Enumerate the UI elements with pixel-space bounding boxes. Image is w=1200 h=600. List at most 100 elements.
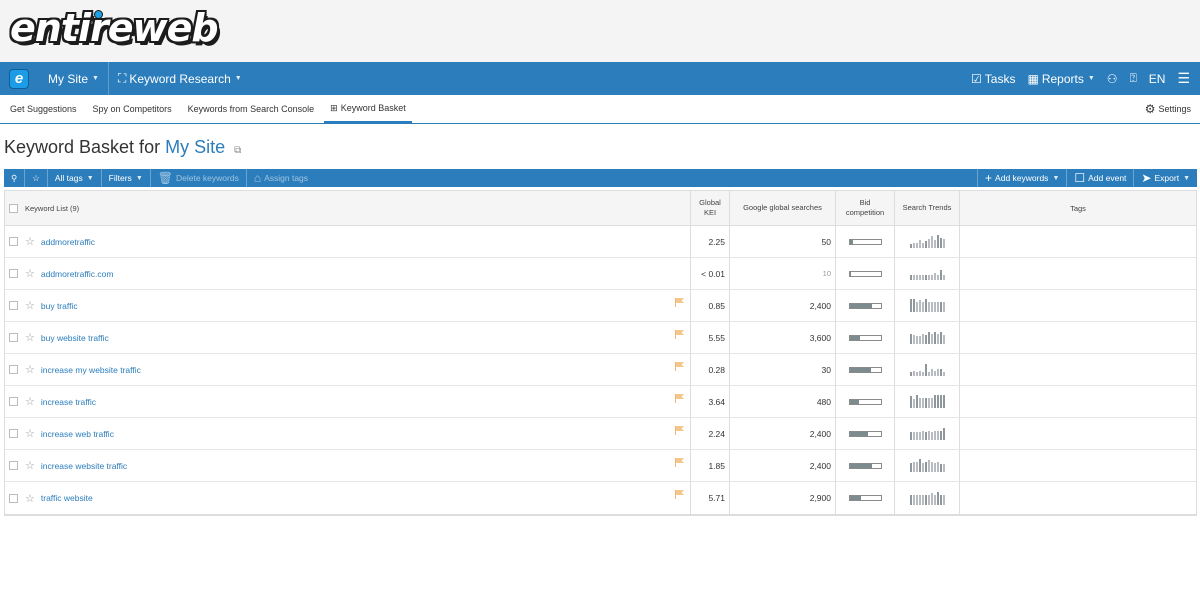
- tags-cell[interactable]: [960, 290, 1196, 321]
- star-icon[interactable]: ☆: [25, 267, 35, 280]
- star-icon[interactable]: ☆: [25, 331, 35, 344]
- star-icon[interactable]: ☆: [25, 459, 35, 472]
- row-checkbox[interactable]: [9, 237, 18, 246]
- bid-column-header[interactable]: Bid competition: [836, 191, 895, 225]
- flag-icon[interactable]: [675, 394, 685, 403]
- row-checkbox[interactable]: [9, 429, 18, 438]
- row-checkbox[interactable]: [9, 269, 18, 278]
- star-icon[interactable]: ☆: [25, 492, 35, 505]
- page-title-site-link[interactable]: My Site: [165, 137, 225, 157]
- trend-bar: [927, 431, 930, 440]
- keyword-link[interactable]: increase traffic: [41, 397, 96, 407]
- row-checkbox[interactable]: [9, 365, 18, 374]
- search-button[interactable]: ⚲: [4, 169, 26, 187]
- keyword-column-header[interactable]: Keyword List (9): [5, 191, 691, 225]
- all-tags-dropdown[interactable]: All tags ▼: [48, 169, 102, 187]
- app-logo-icon[interactable]: e: [9, 68, 29, 89]
- bid-competition-fill: [849, 335, 861, 340]
- flag-icon[interactable]: [675, 362, 685, 371]
- flag-icon[interactable]: [675, 490, 685, 499]
- select-all-checkbox[interactable]: [9, 203, 18, 213]
- user-icon: ⚇: [1106, 71, 1118, 86]
- searches-column-header[interactable]: Google global searches: [730, 191, 836, 225]
- searches-cell: 10: [730, 258, 836, 289]
- bid-header-line1: Bid: [859, 198, 871, 207]
- trend-bar: [930, 432, 933, 440]
- flag-icon[interactable]: [675, 458, 685, 467]
- tags-cell[interactable]: [960, 258, 1196, 289]
- trend-bar: [924, 335, 927, 344]
- account-button[interactable]: ⚇: [1107, 62, 1118, 95]
- tags-cell[interactable]: [960, 354, 1196, 385]
- star-icon[interactable]: ☆: [25, 395, 35, 408]
- trend-cell: [895, 450, 960, 481]
- table-body: ☆ addmoretraffic 2.25 50 ☆ addmoretraffi…: [5, 226, 1196, 514]
- tags-cell[interactable]: [960, 386, 1196, 417]
- star-icon[interactable]: ☆: [25, 363, 35, 376]
- row-checkbox[interactable]: [9, 301, 18, 310]
- trend-bar: [933, 302, 936, 312]
- help-button[interactable]: ⍰: [1130, 62, 1137, 95]
- keyword-link[interactable]: increase my website traffic: [41, 365, 141, 375]
- trend-cell: [895, 322, 960, 353]
- row-checkbox[interactable]: [9, 493, 18, 503]
- table-header: Keyword List (9) Global KEI Google global…: [5, 191, 1196, 226]
- star-icon[interactable]: ☆: [25, 427, 35, 440]
- trend-bar: [939, 270, 942, 280]
- keyword-link[interactable]: increase web traffic: [41, 429, 114, 439]
- keyword-cell: ☆ increase web traffic: [5, 418, 691, 449]
- menu-button[interactable]: ☰: [1177, 62, 1190, 95]
- trend-bar: [933, 494, 936, 505]
- tab-spy-on-competitors[interactable]: Spy on Competitors: [87, 95, 178, 123]
- language-selector[interactable]: EN: [1149, 62, 1166, 95]
- entireweb-logo[interactable]: entireweb: [10, 6, 219, 50]
- star-icon[interactable]: ☆: [25, 235, 35, 248]
- row-checkbox[interactable]: [9, 397, 18, 406]
- trend-bar: [924, 494, 927, 505]
- row-checkbox[interactable]: [9, 333, 18, 342]
- filters-dropdown[interactable]: Filters ▼: [102, 169, 151, 187]
- trend-bar: [915, 432, 918, 440]
- flag-icon[interactable]: [675, 298, 685, 307]
- tags-cell[interactable]: [960, 482, 1196, 514]
- reports-button[interactable]: ▦ Reports ▼: [1027, 62, 1094, 95]
- tags-cell[interactable]: [960, 226, 1196, 257]
- trend-bar: [927, 398, 930, 408]
- tags-cell[interactable]: [960, 450, 1196, 481]
- module-selector[interactable]: ⛶ Keyword Research ▼: [107, 62, 251, 95]
- tab-get-suggestions[interactable]: Get Suggestions: [4, 95, 83, 123]
- star-icon[interactable]: ☆: [25, 299, 35, 312]
- tab-keywords-from-search-console[interactable]: Keywords from Search Console: [182, 95, 321, 123]
- trash-icon: 🗑: [157, 171, 173, 185]
- keyword-link[interactable]: buy traffic: [41, 301, 78, 311]
- settings-button[interactable]: ⚙ Settings: [1145, 95, 1191, 123]
- trends-column-header[interactable]: Search Trends: [895, 191, 960, 225]
- trend-bar: [915, 372, 918, 376]
- keyword-link[interactable]: increase website traffic: [41, 461, 127, 471]
- favorites-filter-button[interactable]: ☆: [25, 169, 48, 187]
- keyword-link[interactable]: traffic website: [41, 493, 93, 503]
- row-checkbox[interactable]: [9, 461, 18, 470]
- keyword-table: Keyword List (9) Global KEI Google global…: [4, 190, 1197, 516]
- trend-bar: [915, 336, 918, 344]
- keyword-link[interactable]: addmoretraffic.com: [41, 269, 114, 279]
- tags-cell[interactable]: [960, 418, 1196, 449]
- tags-cell[interactable]: [960, 322, 1196, 353]
- keyword-cell: ☆ addmoretraffic: [5, 226, 691, 257]
- flag-icon[interactable]: [675, 426, 685, 435]
- kei-column-header[interactable]: Global KEI: [691, 191, 730, 225]
- site-selector[interactable]: My Site ▼: [39, 62, 108, 95]
- add-event-button[interactable]: ☐ Add event: [1066, 169, 1133, 187]
- add-keywords-button[interactable]: + Add keywords ▼: [977, 169, 1066, 187]
- copy-icon[interactable]: ⧉: [234, 145, 241, 156]
- keyword-link[interactable]: buy website traffic: [41, 333, 109, 343]
- delete-keywords-button[interactable]: 🗑 Delete keywords: [151, 169, 247, 187]
- tags-column-header[interactable]: Tags: [960, 191, 1196, 225]
- export-button[interactable]: ➤ Export ▼: [1133, 169, 1197, 187]
- keyword-link[interactable]: addmoretraffic: [41, 237, 95, 247]
- assign-tags-button[interactable]: ⌂ Assign tags: [247, 169, 315, 187]
- flag-icon[interactable]: [675, 330, 685, 339]
- tab-keyword-basket[interactable]: ⊞ Keyword Basket: [324, 95, 412, 123]
- trend-bar: [915, 395, 918, 408]
- tasks-button[interactable]: ☑ Tasks: [971, 62, 1015, 95]
